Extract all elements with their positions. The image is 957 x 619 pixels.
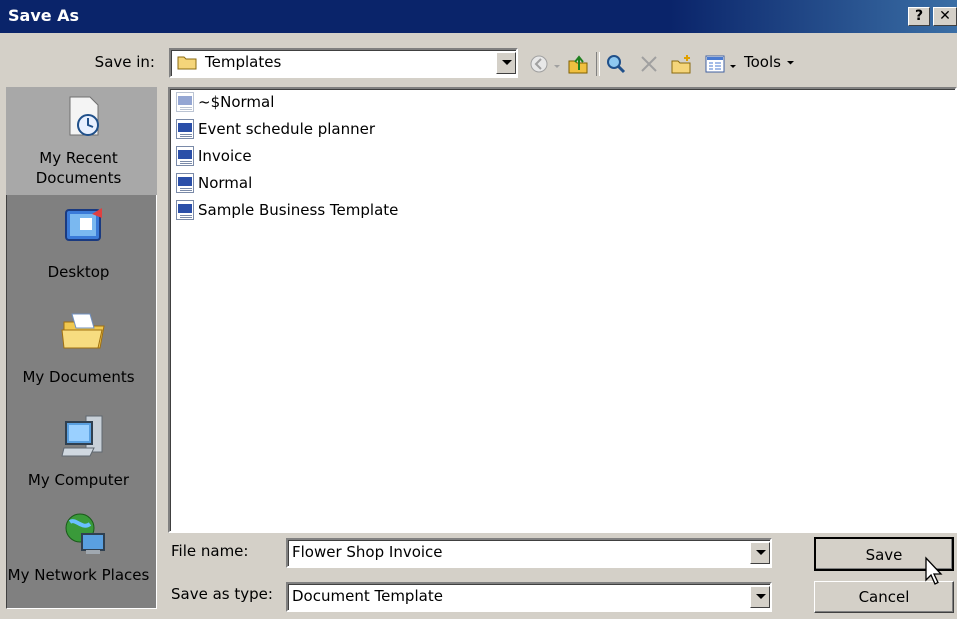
tools-label: Tools (744, 53, 781, 71)
word-document-icon (176, 119, 194, 139)
file-name: Sample Business Template (198, 201, 399, 219)
my-computer-icon[interactable] (60, 412, 108, 462)
file-name-dropdown-arrow[interactable] (750, 542, 770, 564)
help-button[interactable]: ? (908, 7, 930, 26)
recent-documents-icon (64, 95, 104, 139)
save-in-dropdown-arrow[interactable] (496, 52, 516, 74)
title-bar[interactable] (0, 0, 957, 33)
up-one-level-icon[interactable] (567, 53, 589, 75)
back-icon[interactable] (528, 53, 550, 75)
new-folder-icon[interactable] (670, 53, 692, 75)
word-document-icon (176, 200, 194, 220)
file-name: ~$Normal (198, 93, 275, 111)
file-list[interactable]: ~$Normal Event schedule planner Invoice … (168, 87, 957, 533)
search-web-icon[interactable] (605, 53, 627, 75)
save-in-location: Templates (205, 53, 282, 71)
save-in-text: Save in: (94, 53, 155, 71)
save-as-type-value: Document Template (292, 587, 443, 605)
delete-icon[interactable] (638, 53, 660, 75)
file-name-input[interactable]: Flower Shop Invoice (292, 543, 443, 561)
places-label-desktop: Desktop (47, 263, 110, 281)
places-label-my-documents: My Documents (22, 368, 135, 386)
save-in-dropdown[interactable]: Templates (169, 48, 518, 78)
save-as-type-label: Save as type: (171, 585, 273, 603)
list-item[interactable]: ~$Normal (176, 89, 274, 115)
desktop-icon[interactable] (62, 204, 108, 248)
views-icon[interactable] (704, 53, 726, 75)
back-dropdown-icon[interactable] (553, 58, 561, 70)
tools-menu[interactable]: Tools (744, 53, 795, 71)
views-dropdown-icon[interactable] (729, 58, 737, 70)
mouse-cursor-icon (924, 556, 944, 588)
toolbar-separator (596, 52, 600, 76)
cancel-button-label: Cancel (858, 588, 910, 606)
file-name: Invoice (198, 147, 252, 165)
places-label-recent: My Recent Documents (35, 149, 122, 187)
window-title: Save As (8, 6, 80, 25)
folder-icon (177, 54, 197, 70)
word-document-icon (176, 173, 194, 193)
places-label-my-computer: My Computer (27, 471, 130, 489)
my-documents-icon[interactable] (60, 308, 108, 352)
list-item[interactable]: Invoice (176, 143, 252, 169)
word-document-icon (176, 146, 194, 166)
save-button-label: Save (865, 546, 903, 564)
list-item[interactable]: Event schedule planner (176, 116, 375, 142)
save-in-label: Save in: (60, 53, 155, 71)
save-as-type-combobox[interactable]: Document Template (286, 582, 772, 612)
list-item[interactable]: Normal (176, 170, 252, 196)
save-as-type-dropdown-arrow[interactable] (750, 586, 770, 608)
file-name-label: File name: (171, 542, 249, 560)
places-label-network: My Network Places (7, 566, 150, 584)
file-name: Event schedule planner (198, 120, 376, 138)
file-name-combobox[interactable]: Flower Shop Invoice (286, 538, 772, 568)
word-document-icon (176, 92, 194, 112)
file-name: Normal (198, 174, 253, 192)
close-button[interactable]: ✕ (933, 7, 957, 26)
tools-dropdown-icon (786, 61, 794, 65)
network-places-icon[interactable] (60, 510, 108, 560)
list-item[interactable]: Sample Business Template (176, 197, 398, 223)
